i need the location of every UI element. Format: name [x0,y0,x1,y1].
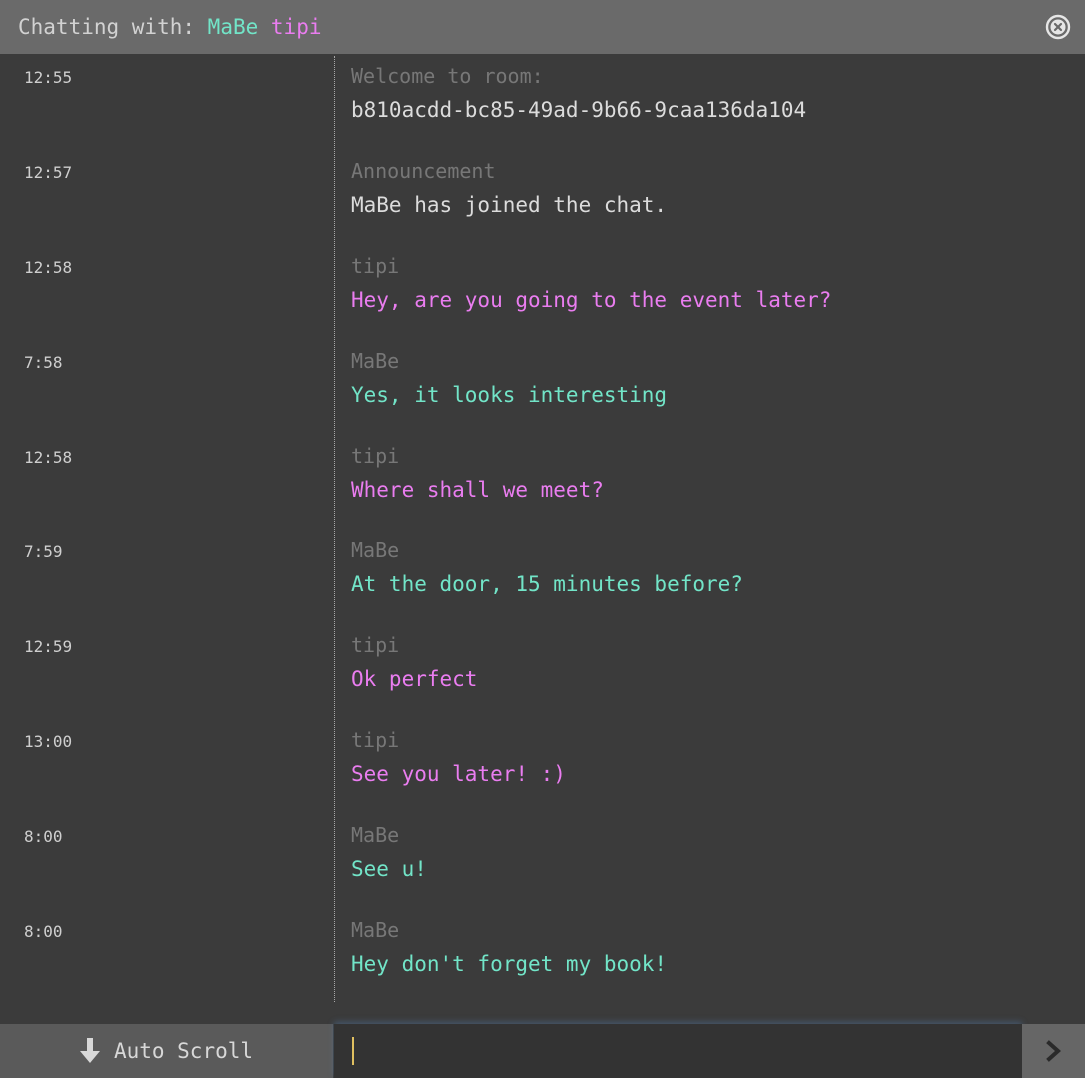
message-text: Hey, are you going to the event later? [351,288,832,312]
chevron-right-icon [1045,1040,1061,1062]
message-sender: MaBe [351,538,400,562]
message-time: 12:57 [24,163,73,182]
message-time: 13:00 [24,732,73,751]
message-time: 12:55 [24,68,73,87]
auto-scroll-button[interactable]: Auto Scroll [0,1024,333,1078]
arrow-down-icon [79,1038,100,1063]
header-user-tipi: tipi [270,15,322,39]
message-text: Where shall we meet? [351,478,604,502]
close-button[interactable] [1045,14,1071,40]
message-list[interactable]: 12:55 Welcome to room: b810acdd-bc85-49a… [0,54,1085,1002]
message-item: 12:59 tipi Ok perfect [0,623,1085,718]
message-time: 8:00 [24,827,63,846]
chat-header: Chatting with: MaBe tipi [0,0,1085,54]
message-item: 12:55 Welcome to room: b810acdd-bc85-49a… [0,54,1085,149]
send-button[interactable] [1022,1024,1085,1078]
close-circle-icon [1045,14,1071,40]
chat-footer: Auto Scroll [0,1024,1085,1078]
message-item: 12:57 Announcement MaBe has joined the c… [0,149,1085,244]
message-sender: MaBe [351,349,400,373]
message-item: 13:00 tipi See you later! :) [0,718,1085,813]
message-item: 7:58 MaBe Yes, it looks interesting [0,339,1085,434]
text-caret [352,1037,354,1065]
message-item: 8:00 MaBe Hey don't forget my book! [0,908,1085,1003]
message-item: 8:00 MaBe See u! [0,813,1085,908]
message-sender: Announcement [351,159,496,183]
message-text: At the door, 15 minutes before? [351,572,743,596]
message-sender: tipi [351,254,400,278]
header-user-mabe: MaBe [207,15,259,39]
chat-window: Chatting with: MaBe tipi 12:55 Welcome t… [0,0,1085,1078]
message-text: See you later! :) [351,762,566,786]
message-sender: Welcome to room: [351,64,544,88]
message-input-wrap [334,1024,1022,1078]
message-text: Yes, it looks interesting [351,383,668,407]
message-time: 12:59 [24,637,73,656]
message-item: 7:59 MaBe At the door, 15 minutes before… [0,528,1085,623]
message-time: 12:58 [24,258,73,277]
message-sender: MaBe [351,823,400,847]
message-sender: tipi [351,633,400,657]
message-sender: tipi [351,444,400,468]
message-time: 7:58 [24,353,63,372]
message-time: 7:59 [24,542,63,561]
header-prefix: Chatting with: [18,15,196,39]
message-item: 12:58 tipi Where shall we meet? [0,434,1085,529]
message-text: See u! [351,857,427,881]
message-text: Ok perfect [351,667,478,691]
message-text: b810acdd-bc85-49ad-9b66-9caa136da104 [351,98,807,122]
message-input[interactable] [334,1024,1022,1078]
message-time: 12:58 [24,448,73,467]
message-text: Hey don't forget my book! [351,952,668,976]
message-sender: MaBe [351,918,400,942]
auto-scroll-label: Auto Scroll [113,1039,254,1063]
message-sender: tipi [351,728,400,752]
message-text: MaBe has joined the chat. [351,193,668,217]
message-time: 8:00 [24,922,63,941]
message-item: 12:58 tipi Hey, are you going to the eve… [0,244,1085,339]
